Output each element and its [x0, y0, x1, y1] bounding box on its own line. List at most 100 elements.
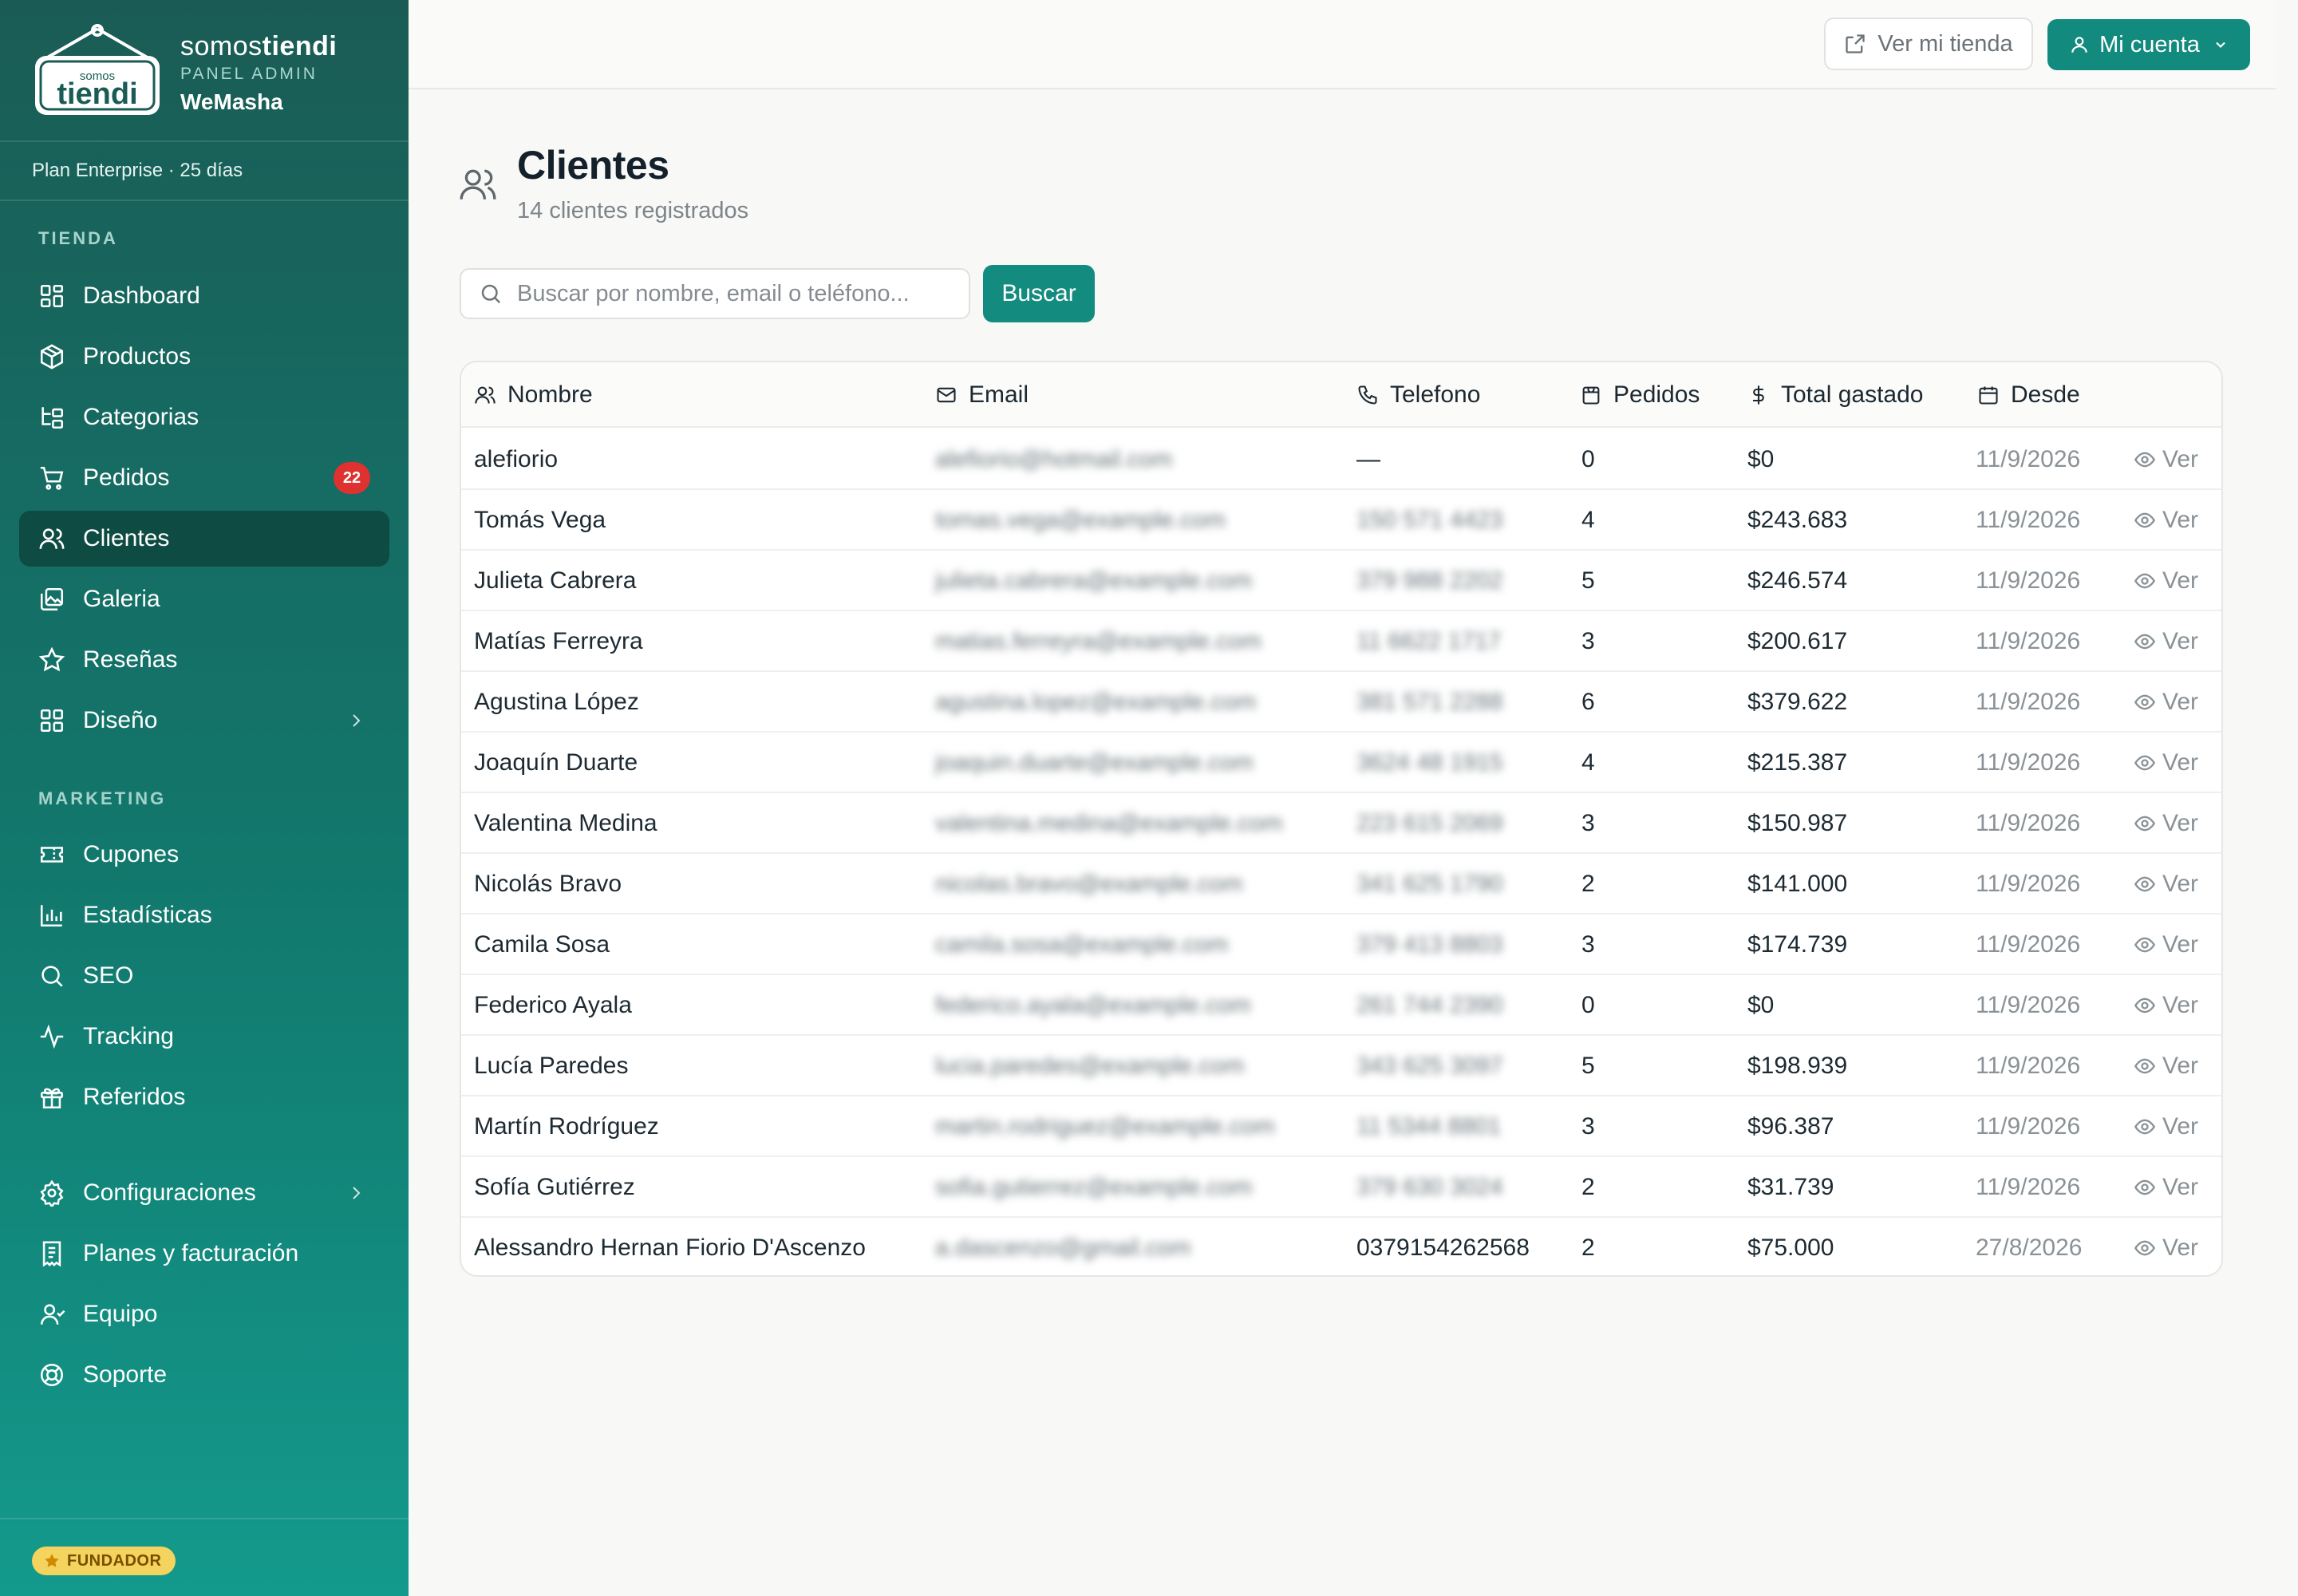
view-client-button[interactable]: Ver [2134, 551, 2198, 611]
client-email: nicolas.bravo@example.com [935, 871, 1243, 897]
view-label: Ver [2162, 1235, 2199, 1261]
table-row[interactable]: Alessandro Hernan Fiorio D'Ascenzo a.dasc… [461, 1218, 2221, 1275]
eye-icon [2134, 512, 2156, 528]
client-total: $0 [1747, 992, 1775, 1018]
sidebar-item-configuraciones[interactable]: Configuraciones [19, 1165, 389, 1221]
client-phone: 379 988 2202 [1356, 567, 1503, 594]
table-row[interactable]: Martín Rodríguez martin.rodriguez@example… [461, 1096, 2221, 1157]
view-label: Ver [2162, 992, 2199, 1018]
sidebar-item-productos[interactable]: Productos [19, 329, 389, 385]
sidebar-item-estadisticas[interactable]: Estadísticas [19, 887, 389, 943]
sidebar-item-resenas[interactable]: Reseñas [19, 632, 389, 688]
sidebar-item-tracking[interactable]: Tracking [19, 1009, 389, 1065]
sidebar-item-pedidos[interactable]: Pedidos 22 [19, 450, 389, 506]
table-row[interactable]: Agustina López agustina.lopez@example.com… [461, 672, 2221, 733]
view-client-button[interactable]: Ver [2134, 672, 2198, 733]
table-row[interactable]: alefiorio alefiorio@hotmail.com — 0 $0 11/9/2… [461, 429, 2221, 490]
bar-chart-icon [40, 905, 62, 927]
table-row[interactable]: Sofía Gutiérrez sofia.gutierrez@example.c… [461, 1157, 2221, 1218]
client-phone: 3624 48 1915 [1356, 749, 1503, 776]
client-since: 11/9/2026 [1976, 446, 2081, 472]
brand-name: somostiendi [180, 31, 338, 61]
column-header-since[interactable]: Desde [1977, 362, 2080, 428]
view-client-button[interactable]: Ver [2134, 793, 2198, 854]
eye-icon [2134, 634, 2156, 650]
view-label: Ver [2162, 931, 2199, 958]
client-name: Lucía Paredes [474, 1053, 629, 1079]
view-client-button[interactable]: Ver [2134, 915, 2198, 975]
table-row[interactable]: Nicolás Bravo nicolas.bravo@example.com 34… [461, 854, 2221, 915]
column-header-label: Nombre [507, 381, 593, 408]
view-client-button[interactable]: Ver [2134, 854, 2198, 915]
view-client-button[interactable]: Ver [2134, 733, 2198, 793]
client-since: 11/9/2026 [1976, 1053, 2081, 1079]
client-phone: 11 6622 1717 [1356, 628, 1502, 654]
sidebar-item-planes[interactable]: Planes y facturación [19, 1226, 389, 1282]
client-phone: 0379154262568 [1356, 1235, 1530, 1261]
column-header-phone[interactable]: Telefono [1356, 362, 1480, 428]
view-label: Ver [2162, 567, 2199, 594]
client-since: 11/9/2026 [1976, 1174, 2081, 1200]
column-header-name[interactable]: Nombre [474, 362, 593, 428]
sidebar-item-dashboard[interactable]: Dashboard [19, 268, 389, 324]
eye-icon [2134, 694, 2156, 710]
founder-badge-label: FUNDADOR [67, 1551, 162, 1570]
view-store-button[interactable]: Ver mi tienda [1824, 18, 2033, 70]
search-field[interactable] [460, 268, 970, 319]
table-row[interactable]: Camila Sosa camila.sosa@example.com 379 41… [461, 915, 2221, 975]
search-icon [481, 284, 501, 304]
column-header-email[interactable]: Email [935, 362, 1029, 428]
column-header-label: Desde [2011, 381, 2080, 408]
column-header-orders[interactable]: Pedidos [1580, 362, 1700, 428]
view-client-button[interactable]: Ver [2134, 611, 2198, 672]
client-email: a.dascenzo@gmail.com [935, 1235, 1191, 1261]
table-row[interactable]: Valentina Medina valentina.medina@example… [461, 793, 2221, 854]
sidebar-item-clientes[interactable]: Clientes [19, 511, 389, 567]
brand[interactable]: somos tiendi somostiendi PANEL ADMIN WeM… [32, 24, 399, 120]
sidebar-item-label: Galeria [83, 586, 160, 612]
table-row[interactable]: Julieta Cabrera julieta.cabrera@example.c… [461, 551, 2221, 611]
view-client-button[interactable]: Ver [2134, 490, 2198, 551]
table-row[interactable]: Federico Ayala federico.ayala@example.com… [461, 975, 2221, 1036]
sidebar-item-seo[interactable]: SEO [19, 948, 389, 1004]
column-header-label: Telefono [1390, 381, 1481, 408]
account-menu-button[interactable]: Mi cuenta [2047, 19, 2250, 70]
view-client-button[interactable]: Ver [2134, 1096, 2198, 1157]
sidebar-item-cupones[interactable]: Cupones [19, 827, 389, 883]
table-row[interactable]: Matías Ferreyra matias.ferreyra@example.c… [461, 611, 2221, 672]
search-button[interactable]: Buscar [983, 265, 1095, 322]
chevron-down-icon [2216, 41, 2225, 48]
client-total: $174.739 [1747, 931, 1848, 958]
users-icon [460, 169, 496, 200]
panel-admin-label: PANEL ADMIN [180, 65, 318, 83]
sidebar-item-label: Planes y facturación [83, 1240, 299, 1266]
table-row[interactable]: Tomás Vega tomas.vega@example.com 150 571 … [461, 490, 2221, 551]
ticket-icon [40, 847, 64, 863]
receipt-icon [42, 1241, 61, 1267]
sidebar-item-equipo[interactable]: Equipo [19, 1286, 389, 1342]
topbar: Ver mi tienda Mi cuenta [409, 0, 2276, 89]
search-input[interactable] [517, 280, 948, 307]
table-row[interactable]: Lucía Paredes lucia.paredes@example.com 34… [461, 1036, 2221, 1096]
chevron-right-icon [353, 714, 361, 727]
eye-icon [2134, 998, 2156, 1013]
sidebar-item-referidos[interactable]: Referidos [19, 1069, 389, 1125]
sidebar-item-soporte[interactable]: Soporte [19, 1347, 389, 1403]
view-label: Ver [2162, 1053, 2199, 1079]
sidebar-item-diseno[interactable]: Diseño [19, 693, 389, 749]
client-total: $150.987 [1747, 810, 1848, 836]
team-icon [40, 1304, 65, 1325]
sidebar-item-galeria[interactable]: Galeria [19, 571, 389, 627]
view-client-button[interactable]: Ver [2134, 1036, 2198, 1096]
client-since: 11/9/2026 [1976, 871, 2081, 897]
client-email: alefiorio@hotmail.com [935, 446, 1173, 472]
column-header-total[interactable]: Total gastado [1747, 362, 1923, 428]
view-client-button[interactable]: Ver [2134, 1218, 2199, 1275]
client-email: tomas.vega@example.com [935, 507, 1226, 533]
view-client-button[interactable]: Ver [2134, 975, 2198, 1036]
table-row[interactable]: Joaquín Duarte joaquin.duarte@example.com… [461, 733, 2221, 793]
view-client-button[interactable]: Ver [2134, 1157, 2198, 1218]
view-client-button[interactable]: Ver [2134, 429, 2198, 490]
sidebar-item-categorias[interactable]: Categorias [19, 389, 389, 445]
client-email: lucia.paredes@example.com [935, 1053, 1245, 1079]
